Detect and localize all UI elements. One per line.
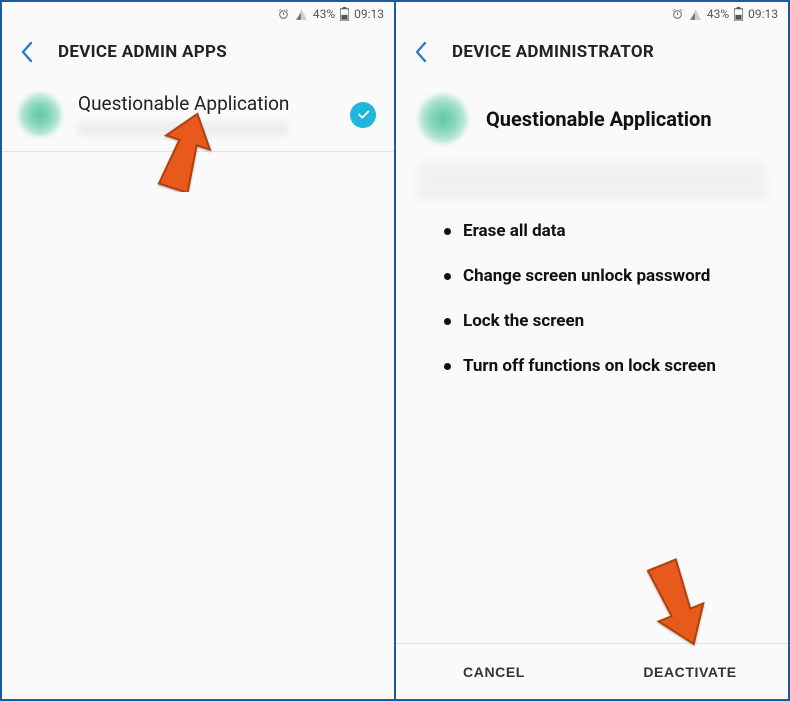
cancel-button[interactable]: CANCEL [396, 644, 592, 699]
signal-icon [689, 8, 702, 21]
bullet-icon [444, 363, 451, 370]
alarm-icon [671, 8, 684, 21]
app-icon [18, 93, 62, 137]
battery-percent: 43% [707, 7, 729, 21]
battery-icon [340, 7, 349, 21]
bottom-action-bar: CANCEL DEACTIVATE [396, 643, 788, 699]
screen-device-admin-apps: 43% 09:13 DEVICE ADMIN APPS Questionable… [2, 2, 396, 699]
back-button[interactable] [410, 41, 432, 63]
page-title: DEVICE ADMINISTRATOR [452, 42, 654, 62]
bullet-icon [444, 318, 451, 325]
permission-item: Erase all data [444, 220, 758, 243]
page-title: DEVICE ADMIN APPS [58, 42, 227, 62]
alarm-icon [277, 8, 290, 21]
status-bar: 43% 09:13 [396, 2, 788, 26]
checkmark-icon [350, 102, 376, 128]
permission-item: Change screen unlock password [444, 265, 758, 288]
back-button[interactable] [16, 41, 38, 63]
header: DEVICE ADMIN APPS [2, 26, 394, 78]
header: DEVICE ADMINISTRATOR [396, 26, 788, 78]
bullet-icon [444, 273, 451, 280]
screen-device-administrator: 43% 09:13 DEVICE ADMINISTRATOR Questiona… [396, 2, 788, 699]
app-row-questionable[interactable]: Questionable Application [2, 78, 394, 152]
app-name-label: Questionable Application [78, 92, 334, 115]
permission-item: Lock the screen [444, 310, 758, 333]
bullet-icon [444, 228, 451, 235]
permission-item: Turn off functions on lock screen [444, 355, 758, 378]
clock-time: 09:13 [354, 7, 384, 21]
annotation-arrow-icon [638, 557, 718, 651]
battery-icon [734, 7, 743, 21]
app-header-block: Questionable Application [396, 78, 788, 156]
permissions-list: Erase all data Change screen unlock pass… [396, 210, 788, 400]
signal-icon [295, 8, 308, 21]
status-bar: 43% 09:13 [2, 2, 394, 26]
app-icon [418, 94, 468, 144]
clock-time: 09:13 [748, 7, 778, 21]
battery-percent: 43% [313, 7, 335, 21]
app-subtext-blurred [78, 121, 288, 137]
deactivate-button[interactable]: DEACTIVATE [592, 644, 788, 699]
app-name-label: Questionable Application [486, 107, 712, 131]
app-description-blurred [418, 162, 766, 200]
